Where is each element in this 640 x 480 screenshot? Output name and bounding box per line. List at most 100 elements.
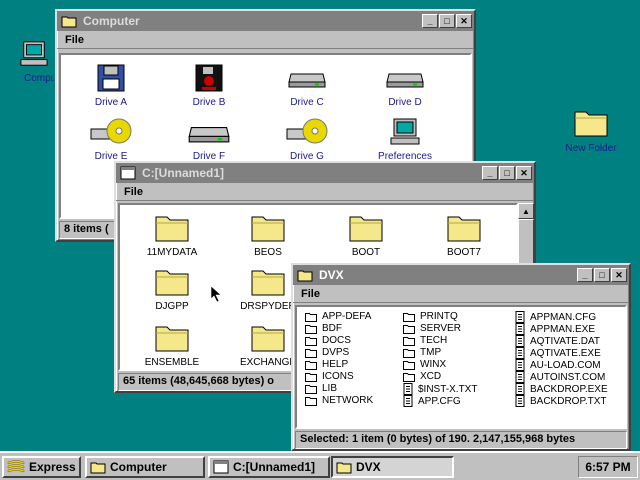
drive-c[interactable]: Drive C <box>267 63 347 108</box>
folder-icon <box>305 324 317 334</box>
c-drive-menubar: File <box>116 183 534 201</box>
computer-titlebar[interactable]: Computer _ □ ✕ <box>57 11 474 31</box>
list-item[interactable]: TECH <box>403 335 447 346</box>
file-icon <box>515 323 525 335</box>
list-item[interactable]: HELP <box>305 359 348 370</box>
folder-icon <box>251 211 285 243</box>
minimize-button[interactable]: _ <box>422 14 438 28</box>
list-item[interactable]: TMP <box>403 347 441 358</box>
list-item[interactable]: NETWORK <box>305 395 373 406</box>
drive-b-label: Drive B <box>192 97 226 108</box>
item-label: XCD <box>420 371 442 382</box>
list-item[interactable]: AQTIVATE.DAT <box>515 335 600 347</box>
folder-icon <box>305 336 317 346</box>
folder-icon <box>574 106 608 138</box>
file-menu[interactable]: File <box>63 34 86 46</box>
dvx-window[interactable]: DVX _ □ ✕ File APP-DEFA BDF DOCS DVPS HE… <box>291 263 631 451</box>
minimize-button[interactable]: _ <box>577 268 593 282</box>
drive-e[interactable]: Drive E <box>71 117 151 162</box>
list-item[interactable]: BACKDROP.TXT <box>515 395 607 407</box>
dvx-titlebar[interactable]: DVX _ □ ✕ <box>293 265 629 285</box>
folder-boot7[interactable]: BOOT7 <box>424 211 504 258</box>
drive-b[interactable]: Drive B <box>169 63 249 108</box>
list-item[interactable]: DOCS <box>305 335 351 346</box>
folder-icon <box>447 211 481 243</box>
maximize-button[interactable]: □ <box>499 166 515 180</box>
desktop-computer-label: Compu <box>24 73 54 84</box>
folder-djgpp[interactable]: DJGPP <box>132 265 212 312</box>
item-label: BACKDROP.EXE <box>530 383 608 395</box>
item-label: TECH <box>420 335 448 346</box>
maximize-button[interactable]: □ <box>439 14 455 28</box>
folder-label: ENSEMBLE <box>144 357 200 368</box>
list-item[interactable]: AU-LOAD.COM <box>515 359 601 371</box>
folder-11mydata[interactable]: 11MYDATA <box>132 211 212 258</box>
item-label: BDF <box>322 323 342 334</box>
removable-drive-icon <box>187 117 231 147</box>
folder-beos[interactable]: BEOS <box>228 211 308 258</box>
file-menu[interactable]: File <box>299 288 322 300</box>
folder-icon <box>403 312 415 322</box>
folder-icon <box>305 348 317 358</box>
desktop-new-folder-icon[interactable]: New Folder <box>556 106 626 154</box>
drive-f[interactable]: Drive F <box>169 117 249 162</box>
folder-icon <box>403 336 415 346</box>
scroll-up-button[interactable]: ▲ <box>518 203 534 219</box>
drive-g[interactable]: Drive G <box>267 117 347 162</box>
dvx-status: Selected: 1 item (0 bytes) of 190. 2,147… <box>295 431 627 449</box>
list-item[interactable]: APPMAN.CFG <box>515 311 596 323</box>
item-label: AQTIVATE.EXE <box>530 347 601 359</box>
list-item[interactable]: SERVER <box>403 323 461 334</box>
list-item[interactable]: APP-DEFA <box>305 311 371 322</box>
close-button[interactable]: ✕ <box>516 166 532 180</box>
hard-drive-icon <box>385 63 425 93</box>
folder-icon <box>155 211 189 243</box>
file-menu[interactable]: File <box>122 186 145 198</box>
folder-label: BEOS <box>254 247 282 258</box>
list-item[interactable]: APPMAN.EXE <box>515 323 595 335</box>
task-c-drive[interactable]: C:[Unnamed1] <box>208 456 330 478</box>
scroll-thumb[interactable] <box>518 219 534 269</box>
maximize-button[interactable]: □ <box>594 268 610 282</box>
item-label: PRINTQ <box>420 311 458 322</box>
item-label: AUTOINST.COM <box>530 371 606 383</box>
hard-drive-icon <box>287 63 327 93</box>
item-label: AU-LOAD.COM <box>530 359 601 371</box>
list-item[interactable]: BACKDROP.EXE <box>515 383 608 395</box>
drive-a[interactable]: Drive A <box>71 63 151 108</box>
cdrom-icon <box>285 117 329 147</box>
list-item[interactable]: $INST-X.TXT <box>403 383 477 395</box>
list-item[interactable]: AUTOINST.COM <box>515 371 605 383</box>
folder-boot[interactable]: BOOT <box>326 211 406 258</box>
close-button[interactable]: ✕ <box>611 268 627 282</box>
drive-d-label: Drive D <box>388 97 422 108</box>
dvx-menubar: File <box>293 285 629 303</box>
floppy-icon <box>96 63 126 93</box>
list-item[interactable]: AQTIVATE.EXE <box>515 347 601 359</box>
close-button[interactable]: ✕ <box>456 14 472 28</box>
cdrom-icon <box>89 117 133 147</box>
minimize-button[interactable]: _ <box>482 166 498 180</box>
start-label: Express <box>29 460 76 474</box>
list-item[interactable]: BDF <box>305 323 342 334</box>
c-drive-titlebar[interactable]: C:[Unnamed1] _ □ ✕ <box>116 163 534 183</box>
list-item[interactable]: APP.CFG <box>403 395 461 407</box>
list-item[interactable]: XCD <box>403 371 441 382</box>
task-dvx[interactable]: DVX <box>331 456 454 478</box>
list-item[interactable]: DVPS <box>305 347 349 358</box>
task-computer[interactable]: Computer <box>85 456 205 478</box>
desktop-computer-icon[interactable]: Compu <box>14 40 54 84</box>
list-item[interactable]: LIB <box>305 383 337 394</box>
computer-title: Computer <box>83 14 140 28</box>
drive-d[interactable]: Drive D <box>365 63 445 108</box>
preferences[interactable]: Preferences <box>365 117 445 162</box>
pc-icon <box>390 117 420 147</box>
floppy-icon <box>194 63 224 93</box>
start-button[interactable]: Express <box>2 456 81 478</box>
list-item[interactable]: PRINTQ <box>403 311 458 322</box>
list-item[interactable]: ICONS <box>305 371 354 382</box>
folder-ensemble[interactable]: ENSEMBLE <box>132 321 212 368</box>
file-icon <box>515 371 525 383</box>
file-icon <box>515 359 525 371</box>
list-item[interactable]: WINX <box>403 359 446 370</box>
